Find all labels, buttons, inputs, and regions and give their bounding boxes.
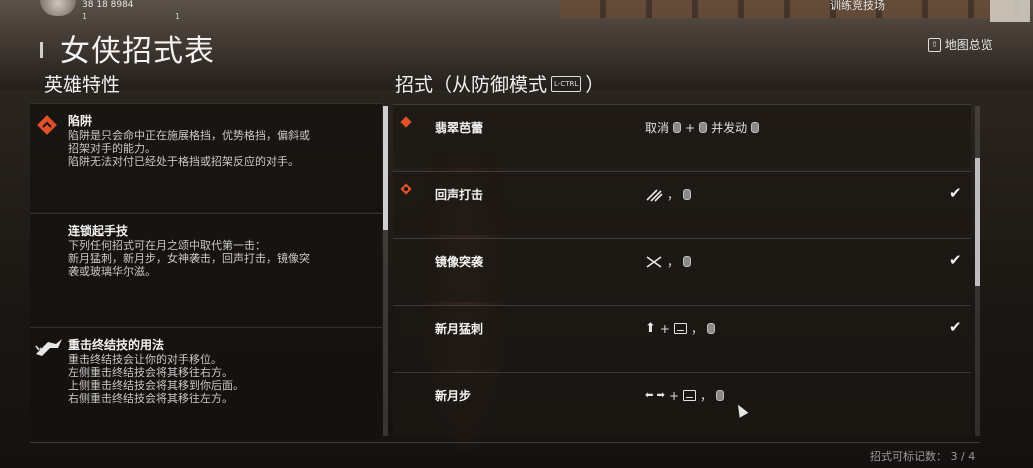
moves-panel[interactable]: 翡翠芭蕾 取消 + 并发动 回声打击 ， ✔ 镜像突袭 ， ✔ 新月猛刺 ⬆ +… bbox=[393, 104, 971, 439]
lctrl-key-icon: L-CTRL bbox=[551, 75, 582, 92]
trap-icon bbox=[400, 116, 412, 128]
map-overview-button[interactable]: ⇧ 地图总览 bbox=[928, 36, 993, 53]
hero-traits-heading: 英雄特性 bbox=[44, 74, 121, 96]
top-right-panel bbox=[990, 0, 1030, 22]
trap-icon bbox=[37, 115, 57, 135]
heavy-finisher-icon bbox=[35, 339, 62, 356]
flame-icon bbox=[400, 183, 412, 195]
input-comma: ， bbox=[667, 188, 680, 202]
checkmark-icon[interactable]: ✔ bbox=[949, 184, 962, 202]
moves-scrollbar-thumb[interactable] bbox=[975, 158, 980, 286]
move-name: 翡翠芭蕾 bbox=[435, 121, 484, 135]
move-name: 镜像突袭 bbox=[435, 255, 484, 269]
emblem-icon bbox=[40, 0, 76, 16]
mode-label: 训练竞技场 bbox=[830, 0, 885, 12]
checkmark-icon[interactable]: ✔ bbox=[949, 318, 962, 336]
bottom-divider bbox=[30, 442, 980, 443]
input-comma: ， bbox=[667, 255, 680, 269]
arrow-left-right-icon: ⬅ ➡ bbox=[645, 390, 665, 401]
input-plus: + bbox=[668, 388, 679, 403]
page-title: 女侠招式表 bbox=[60, 34, 215, 69]
move-input: ， bbox=[645, 186, 692, 203]
move-row-mirror-assault[interactable]: 镜像突袭 ， ✔ bbox=[393, 238, 971, 302]
moves-heading-suffix: ） bbox=[585, 74, 605, 96]
trait-description: 下列任何招式可在月之颂中取代第一击： 新月猛刺，新月步，女神袭击，回声打击，镜像… bbox=[68, 239, 310, 278]
moves-heading-prefix: 招式（从防御模式 bbox=[395, 74, 548, 96]
move-input: ， bbox=[645, 253, 692, 270]
trait-description: 陷阱是只会命中正在施展格挡，优势格挡，偏斜或 招架对手的能力。 陷阱无法对付已经… bbox=[68, 129, 310, 168]
trait-name: 重击终结技的用法 bbox=[68, 338, 165, 352]
input-text-cancel: 取消 bbox=[645, 121, 670, 135]
move-name: 回声打击 bbox=[435, 188, 484, 202]
space-key-icon bbox=[673, 323, 687, 334]
trait-card-heavy-finisher: 重击终结技的用法 重击终结技会让你的对手移位。 左侧重击终结技会将其移往右方。 … bbox=[30, 327, 382, 439]
move-input: ⬆ + ， bbox=[645, 320, 715, 337]
player-hud: 38 18 8984 1 1 bbox=[40, 0, 240, 26]
space-key-icon bbox=[683, 390, 696, 401]
input-text-trigger: 并发动 bbox=[711, 121, 748, 135]
move-row-crescent-thrust[interactable]: 新月猛刺 ⬆ + ， ✔ bbox=[393, 305, 971, 369]
move-row-crescent-step[interactable]: 新月步 ⬅ ➡ + ， bbox=[393, 372, 971, 436]
mouse-icon bbox=[683, 189, 692, 200]
title-accent-bar bbox=[40, 42, 43, 58]
mouse-icon bbox=[706, 323, 715, 334]
input-comma: ， bbox=[690, 322, 703, 336]
cross-slash-icon bbox=[646, 255, 662, 268]
hud-sub-left: 1 bbox=[82, 12, 88, 21]
traits-scrollbar[interactable] bbox=[383, 106, 388, 436]
moves-scrollbar[interactable] bbox=[975, 106, 980, 436]
trait-name: 陷阱 bbox=[68, 114, 93, 128]
checkmark-icon[interactable]: ✔ bbox=[949, 251, 962, 269]
slash-attack-icon bbox=[646, 188, 663, 202]
trait-description: 重击终结技会让你的对手移位。 左侧重击终结技会将其移往右方。 上侧重击终结技会将… bbox=[68, 353, 244, 405]
trait-card-chain: 连锁起手技 下列任何招式可在月之颂中取代第一击： 新月猛刺，新月步，女神袭击，回… bbox=[30, 213, 382, 326]
move-name: 新月步 bbox=[435, 389, 472, 403]
background-wall bbox=[560, 0, 1020, 18]
move-row-jade-ballet[interactable]: 翡翠芭蕾 取消 + 并发动 bbox=[393, 104, 971, 168]
mouse-icon bbox=[673, 122, 682, 133]
move-input: ⬅ ➡ + ， bbox=[645, 387, 725, 404]
move-row-echo-strike[interactable]: 回声打击 ， ✔ bbox=[393, 171, 971, 235]
input-comma: ， bbox=[700, 389, 713, 403]
mouse-icon bbox=[716, 390, 725, 401]
mark-count-label: 招式可标记数： 3 / 4 bbox=[870, 450, 976, 463]
move-input: 取消 + 并发动 bbox=[645, 119, 760, 136]
traits-scrollbar-thumb[interactable] bbox=[383, 106, 388, 230]
trait-name: 连锁起手技 bbox=[68, 224, 129, 238]
map-overview-label: 地图总览 bbox=[944, 38, 993, 52]
hud-sub-right: 1 bbox=[175, 12, 181, 21]
arrow-up-icon: ⬆ bbox=[645, 321, 656, 336]
traits-panel[interactable]: 陷阱 陷阱是只会命中正在施展格挡，优势格挡，偏斜或 招架对手的能力。 陷阱无法对… bbox=[30, 103, 382, 439]
mouse-icon bbox=[699, 122, 708, 133]
input-plus: + bbox=[685, 120, 696, 135]
shift-key-icon: ⇧ bbox=[928, 37, 941, 52]
mouse-icon bbox=[751, 122, 760, 133]
hud-stats: 38 18 8984 bbox=[82, 0, 134, 10]
trait-card-trap: 陷阱 陷阱是只会命中正在施展格挡，优势格挡，偏斜或 招架对手的能力。 陷阱无法对… bbox=[30, 103, 382, 212]
input-plus: + bbox=[659, 321, 670, 336]
moves-heading: 招式（从防御模式 L-CTRL ） bbox=[395, 70, 604, 97]
mouse-icon bbox=[683, 256, 692, 267]
move-name: 新月猛刺 bbox=[435, 322, 484, 336]
